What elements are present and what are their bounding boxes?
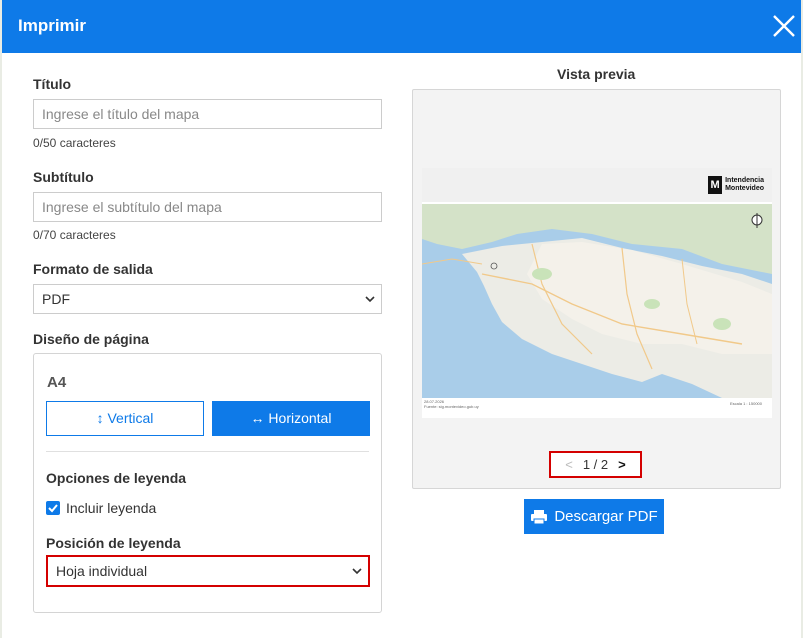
title-label: Título <box>33 76 72 92</box>
subtitle-label: Subtítulo <box>33 169 94 185</box>
close-icon[interactable] <box>771 13 797 39</box>
vertical-arrows-icon: ↕ <box>96 410 104 426</box>
subtitle-input[interactable] <box>33 192 382 222</box>
download-pdf-button[interactable]: Descargar PDF <box>524 499 664 534</box>
format-select[interactable]: PDF <box>33 284 382 314</box>
include-legend-label: Incluir leyenda <box>66 500 157 516</box>
page-pager: < 1 / 2 > <box>549 451 642 478</box>
format-label: Formato de salida <box>33 261 153 277</box>
legend-position-select[interactable]: Hoja individual <box>46 555 370 587</box>
horizontal-button[interactable]: ↔ Horizontal <box>212 401 370 436</box>
include-legend-checkbox[interactable] <box>46 501 60 515</box>
preview-scale: Escala 1 : 150000 <box>729 401 762 406</box>
logo-line1: Intendencia <box>725 177 764 184</box>
preview-sheet: M Intendencia Montevideo 28.07.2026 Fuen… <box>422 168 772 418</box>
chevron-down-icon <box>365 296 375 303</box>
preview-source: Fuente: sig.montevideo.gub.uy <box>424 404 479 409</box>
map-preview <box>422 204 772 398</box>
divider <box>46 451 369 452</box>
page-indicator: 1 / 2 <box>582 457 609 472</box>
dialog-header: Imprimir <box>2 0 801 53</box>
vertical-label: Vertical <box>107 410 154 426</box>
sheet-header: M Intendencia Montevideo <box>422 168 772 202</box>
intendencia-logo: M Intendencia Montevideo <box>708 174 764 196</box>
chevron-down-icon <box>352 568 362 575</box>
preview-panel: M Intendencia Montevideo 28.07.2026 Fuen… <box>412 89 781 489</box>
layout-label: Diseño de página <box>33 331 149 347</box>
preview-title: Vista previa <box>557 66 636 82</box>
logo-line2: Montevideo <box>725 185 764 192</box>
prev-page-button[interactable]: < <box>565 457 573 472</box>
next-page-button[interactable]: > <box>618 457 626 472</box>
download-label: Descargar PDF <box>554 508 658 525</box>
print-dialog: Imprimir Título 0/50 caracteres Subtítul… <box>2 0 801 638</box>
horizontal-arrows-icon: ↔ <box>250 410 265 426</box>
page-layout-panel: A4 ↕ Vertical ↔ Horizontal Opciones de l… <box>33 353 382 613</box>
horizontal-label: Horizontal <box>268 410 332 426</box>
dialog-title: Imprimir <box>18 16 87 35</box>
title-input[interactable] <box>33 99 382 129</box>
subtitle-counter: 0/70 caracteres <box>33 228 116 242</box>
legend-position-label: Posición de leyenda <box>46 535 181 551</box>
vertical-button[interactable]: ↕ Vertical <box>46 401 204 436</box>
paper-size: A4 <box>47 374 67 391</box>
legend-options-heading: Opciones de leyenda <box>46 470 187 486</box>
printer-icon <box>531 509 548 524</box>
format-value: PDF <box>42 291 70 307</box>
logo-mark: M <box>708 176 723 194</box>
title-counter: 0/50 caracteres <box>33 136 116 150</box>
checkmark-icon <box>48 504 58 513</box>
legend-position-value: Hoja individual <box>56 563 148 579</box>
